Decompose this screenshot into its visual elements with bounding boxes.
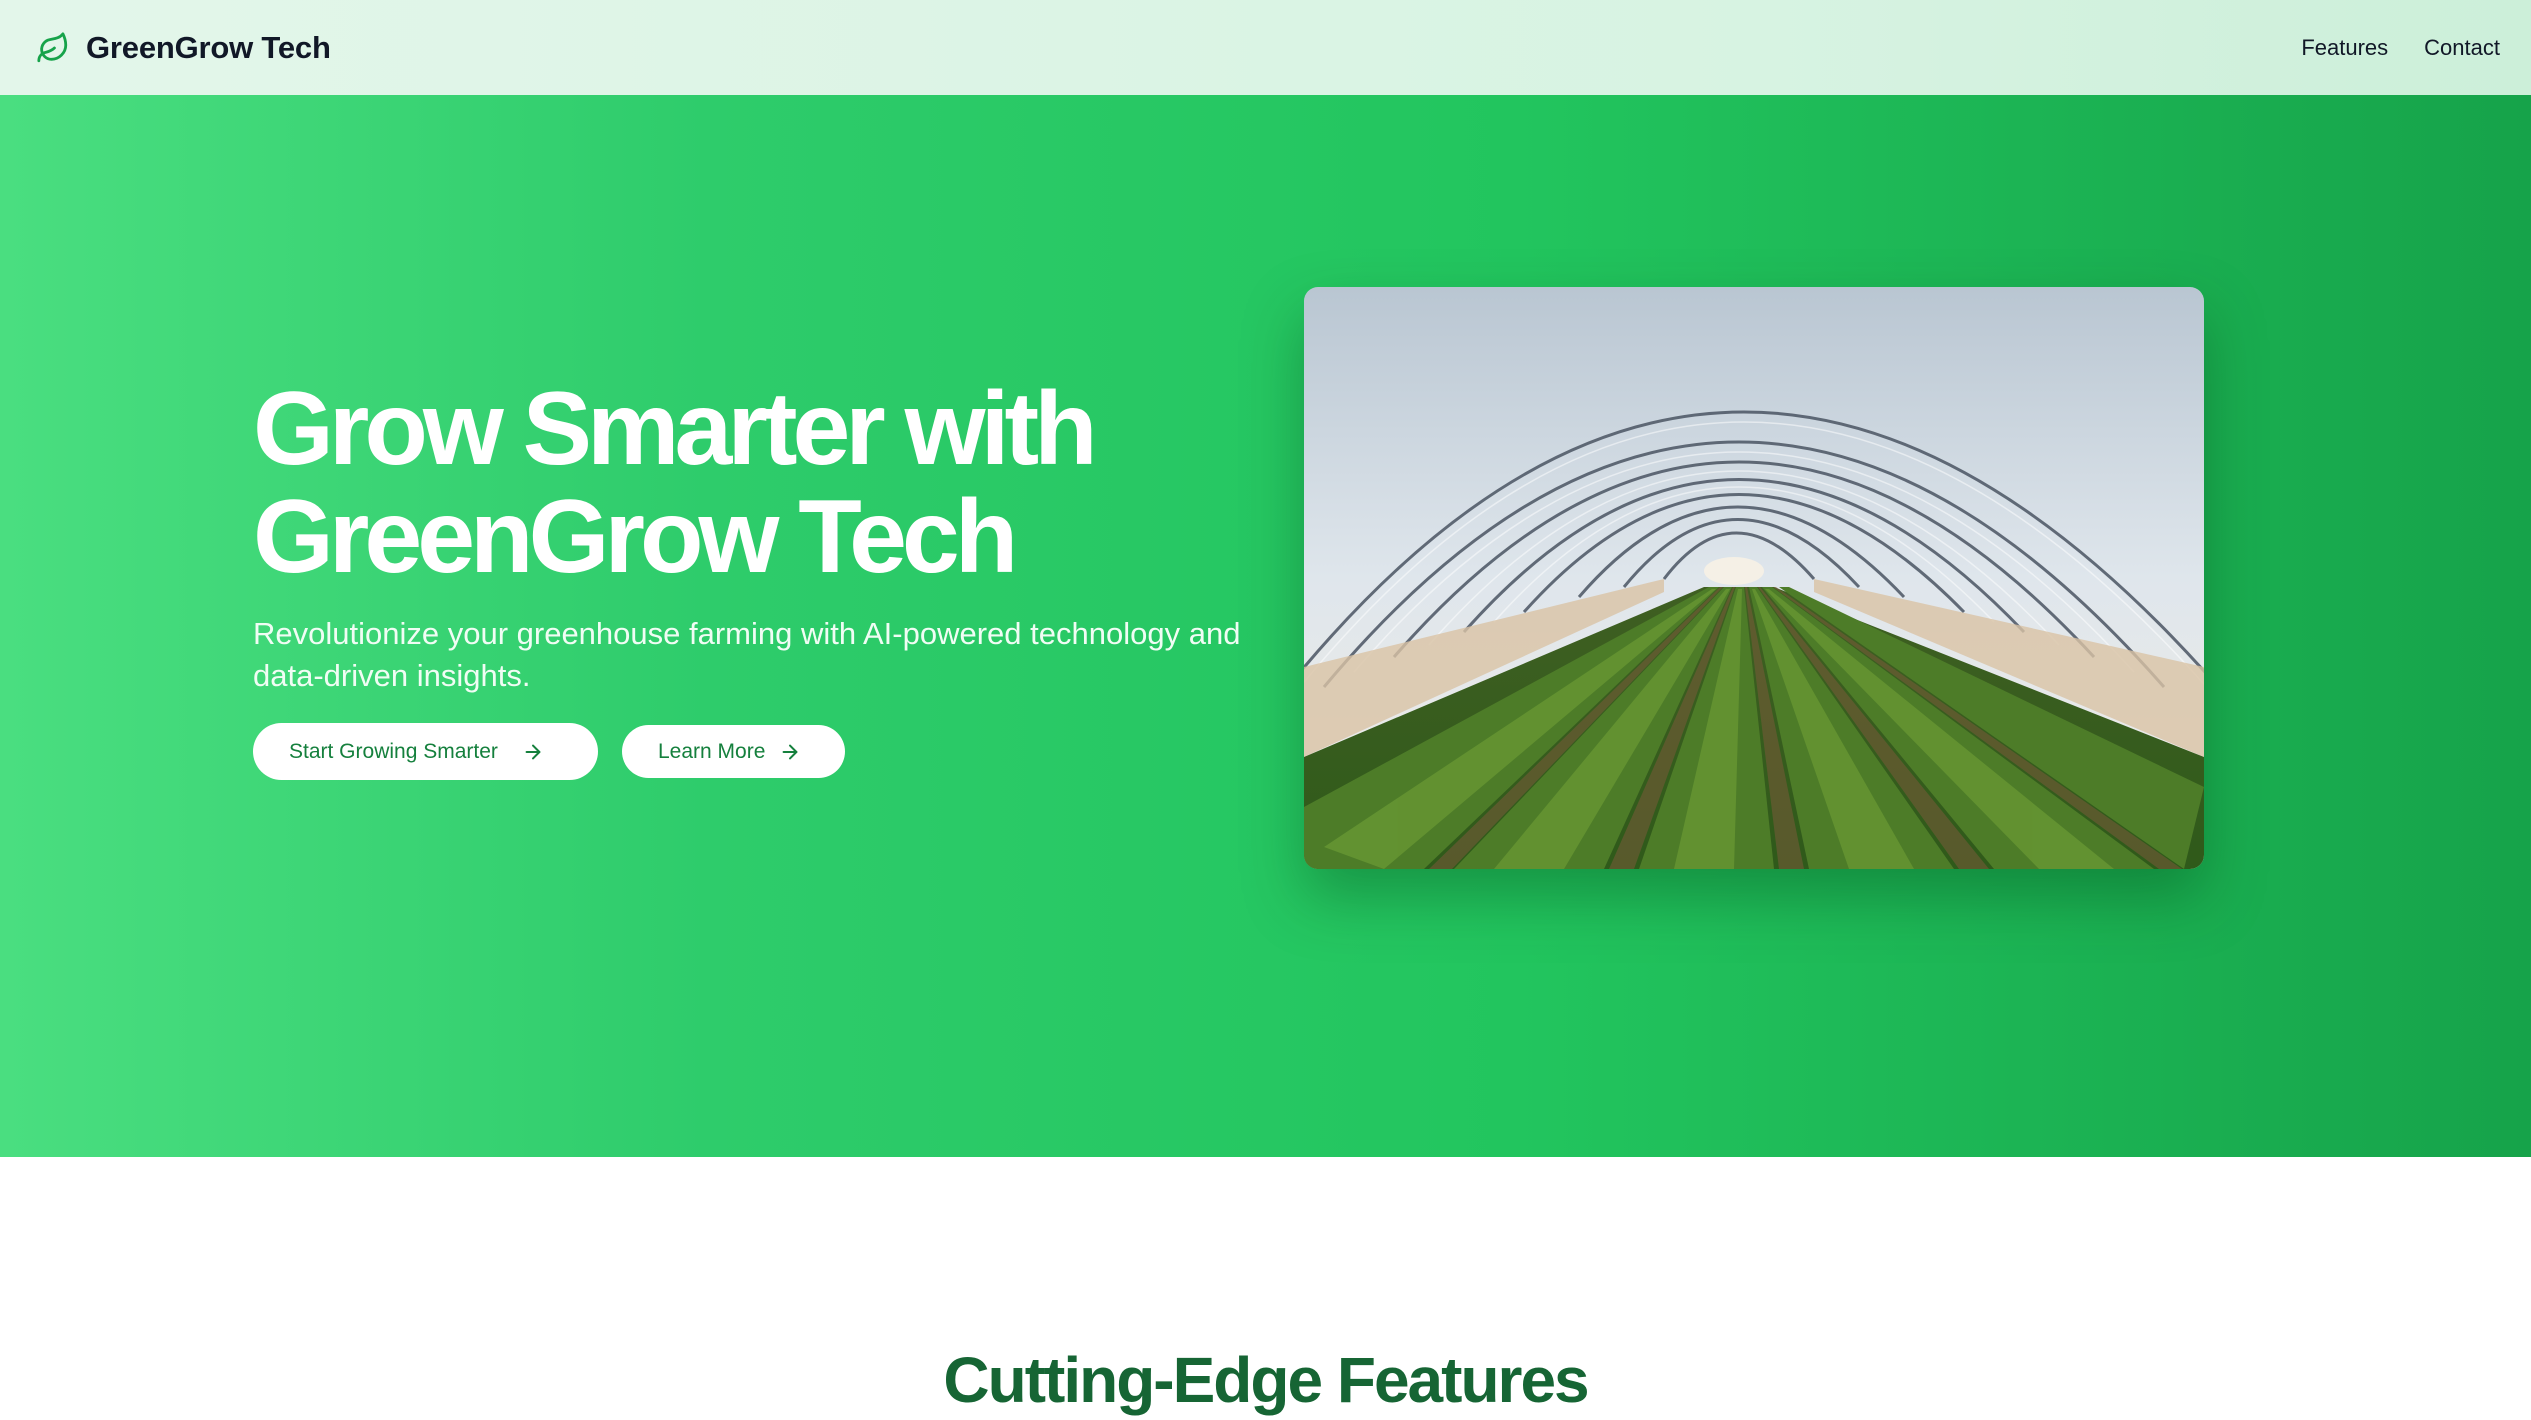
hero-title: Grow Smarter with GreenGrow Tech [253, 375, 1253, 591]
main-nav: Features Contact [2301, 35, 2500, 61]
start-growing-button[interactable]: Start Growing Smarter [253, 723, 598, 780]
features-heading: Cutting-Edge Features [943, 1344, 1589, 1416]
leaf-icon [37, 31, 68, 62]
brand-name: GreenGrow Tech [86, 29, 331, 65]
nav-link-features[interactable]: Features [2301, 35, 2388, 61]
brand[interactable]: GreenGrow Tech [36, 30, 331, 66]
arrow-right-icon [782, 744, 798, 759]
greenhouse-illustration [1304, 287, 2204, 869]
start-growing-label: Start Growing Smarter [289, 739, 498, 763]
learn-more-label: Learn More [658, 739, 766, 763]
top-navbar: GreenGrow Tech Features Contact [0, 0, 2531, 95]
hero-section: Grow Smarter with GreenGrow Tech Revolut… [0, 95, 2531, 1157]
hero-subtitle: Revolutionize your greenhouse farming wi… [253, 616, 1241, 693]
learn-more-button[interactable]: Learn More [622, 725, 845, 778]
hero-title-line-2: GreenGrow Tech [253, 479, 1018, 595]
nav-link-contact[interactable]: Contact [2424, 35, 2500, 61]
arrow-right-icon [525, 744, 541, 759]
greenhouse-image [1304, 287, 2204, 869]
hero-title-line-1: Grow Smarter with [253, 371, 1098, 487]
